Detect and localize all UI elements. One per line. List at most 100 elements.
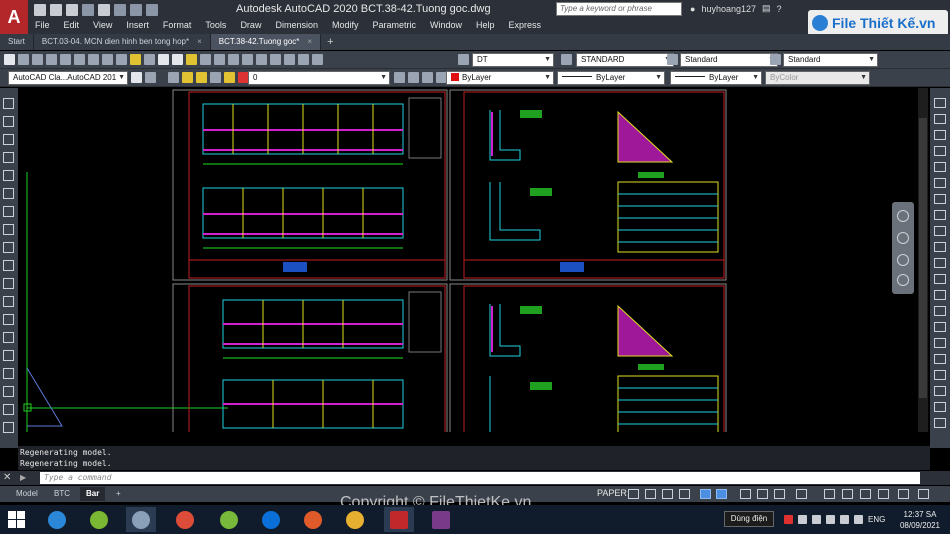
multiline-text-icon[interactable] (3, 422, 14, 433)
menu-edit[interactable]: Edit (57, 17, 87, 33)
markup-icon[interactable] (298, 54, 309, 65)
layout-tab-model[interactable]: Model (10, 487, 44, 501)
redo-icon[interactable] (172, 54, 183, 65)
ungroup-icon[interactable] (934, 402, 946, 412)
scale-icon[interactable] (934, 210, 946, 220)
add-layout-icon[interactable]: + (110, 487, 127, 501)
menu-draw[interactable]: Draw (233, 17, 268, 33)
extend-icon[interactable] (934, 258, 946, 268)
menu-dimension[interactable]: Dimension (268, 17, 325, 33)
windows-start-button[interactable] (8, 511, 26, 529)
vietkey-icon[interactable] (784, 515, 793, 524)
offset-icon[interactable] (934, 146, 946, 156)
close-icon[interactable]: × (307, 37, 312, 46)
taskbar-autocad[interactable] (384, 507, 414, 532)
zoom-extents-icon[interactable] (897, 254, 909, 266)
sheet-set-icon[interactable] (284, 54, 295, 65)
menu-view[interactable]: View (86, 17, 119, 33)
layer-freeze-viewport-icon[interactable] (210, 72, 221, 83)
add-tab-icon[interactable]: + (321, 34, 339, 50)
layer-states-icon[interactable] (422, 72, 433, 83)
draw-order-icon[interactable] (934, 370, 946, 380)
battery-icon[interactable] (854, 515, 863, 524)
lock-ui-icon[interactable] (145, 72, 156, 83)
copy-icon[interactable] (102, 54, 113, 65)
network-icon[interactable] (826, 515, 835, 524)
taskbar-chrome[interactable] (170, 507, 200, 532)
new-icon[interactable] (4, 54, 15, 65)
volume-icon[interactable] (840, 515, 849, 524)
taskbar-zalo[interactable] (256, 507, 286, 532)
menu-express[interactable]: Express (502, 17, 549, 33)
menu-window[interactable]: Window (423, 17, 469, 33)
search-input[interactable]: Type a keyword or phrase (556, 2, 682, 16)
match-properties-icon[interactable] (130, 54, 141, 65)
design-center-icon[interactable] (256, 54, 267, 65)
menu-icon[interactable] (918, 489, 929, 499)
isolate-objects-icon[interactable] (842, 489, 853, 499)
tab-bct-03-04[interactable]: BCT.03-04. MCN dien hinh ben tong hop* × (34, 34, 211, 50)
command-prompt-icon[interactable]: ▶ (20, 473, 36, 483)
make-block-icon[interactable] (3, 314, 14, 325)
make-current-icon[interactable] (394, 72, 405, 83)
gear-icon[interactable] (796, 489, 807, 499)
taskbar-winrar[interactable] (426, 507, 456, 532)
table-style-icon[interactable] (667, 54, 678, 65)
ellipse-icon[interactable] (3, 260, 14, 271)
zoom-realtime-icon[interactable] (200, 54, 211, 65)
point-icon[interactable] (3, 332, 14, 343)
pan-icon[interactable] (186, 54, 197, 65)
object-snap-tracking-icon[interactable] (700, 489, 711, 499)
help-icon[interactable]: ? (777, 4, 782, 14)
tab-start[interactable]: Start (0, 34, 34, 50)
customization-icon[interactable] (898, 489, 909, 499)
layer-lock-icon[interactable] (224, 72, 235, 83)
tray-icon[interactable] (798, 515, 807, 524)
chamfer-icon[interactable] (934, 306, 946, 316)
snap-grid-icon[interactable] (628, 489, 639, 499)
align-icon[interactable] (934, 418, 946, 428)
transparency-icon[interactable] (757, 489, 768, 499)
object-snap-icon[interactable] (716, 489, 727, 499)
drawing-canvas[interactable] (18, 88, 930, 432)
polyline-icon[interactable] (3, 134, 14, 145)
rectangle-icon[interactable] (3, 170, 14, 181)
menu-help[interactable]: Help (469, 17, 502, 33)
close-icon[interactable]: ✕ (3, 472, 13, 484)
taskbar-app-7[interactable] (298, 507, 328, 532)
join-icon[interactable] (934, 290, 946, 300)
rotate-icon[interactable] (934, 194, 946, 204)
construction-line-icon[interactable] (3, 116, 14, 127)
text-style-icon[interactable] (458, 54, 469, 65)
taskbar-utorrent[interactable] (84, 507, 114, 532)
ortho-icon[interactable] (645, 489, 656, 499)
menu-tools[interactable]: Tools (198, 17, 233, 33)
save-as-icon[interactable] (82, 4, 94, 16)
layer-previous-icon[interactable] (408, 72, 419, 83)
zoom-window-icon[interactable] (214, 54, 225, 65)
dim-style-icon[interactable] (561, 54, 572, 65)
close-icon[interactable]: × (197, 37, 202, 46)
open-icon[interactable] (18, 54, 29, 65)
spline-icon[interactable] (3, 242, 14, 253)
plotstyle-select[interactable]: ByColor ▼ (765, 71, 870, 85)
gradient-icon[interactable] (3, 368, 14, 379)
array-icon[interactable] (934, 162, 946, 172)
hatch-icon[interactable] (3, 350, 14, 361)
command-input[interactable]: Type a command (40, 472, 920, 484)
region-icon[interactable] (3, 386, 14, 397)
lineweight-icon[interactable] (740, 489, 751, 499)
print-icon[interactable] (46, 54, 57, 65)
undo-icon[interactable] (114, 4, 126, 16)
cart-icon[interactable]: ▤ (762, 3, 771, 14)
ellipse-arc-icon[interactable] (3, 278, 14, 289)
properties-icon[interactable] (242, 54, 253, 65)
break-icon[interactable] (934, 274, 946, 284)
arc-icon[interactable] (3, 188, 14, 199)
menu-modify[interactable]: Modify (325, 17, 366, 33)
paper-space-toggle[interactable]: PAPER (597, 488, 627, 498)
layout-tab-bar[interactable]: Bar (80, 487, 106, 501)
clock[interactable]: 12:37 SA 08/09/2021 (898, 509, 942, 531)
taskbar-app-8[interactable] (340, 507, 370, 532)
trim-icon[interactable] (934, 242, 946, 252)
